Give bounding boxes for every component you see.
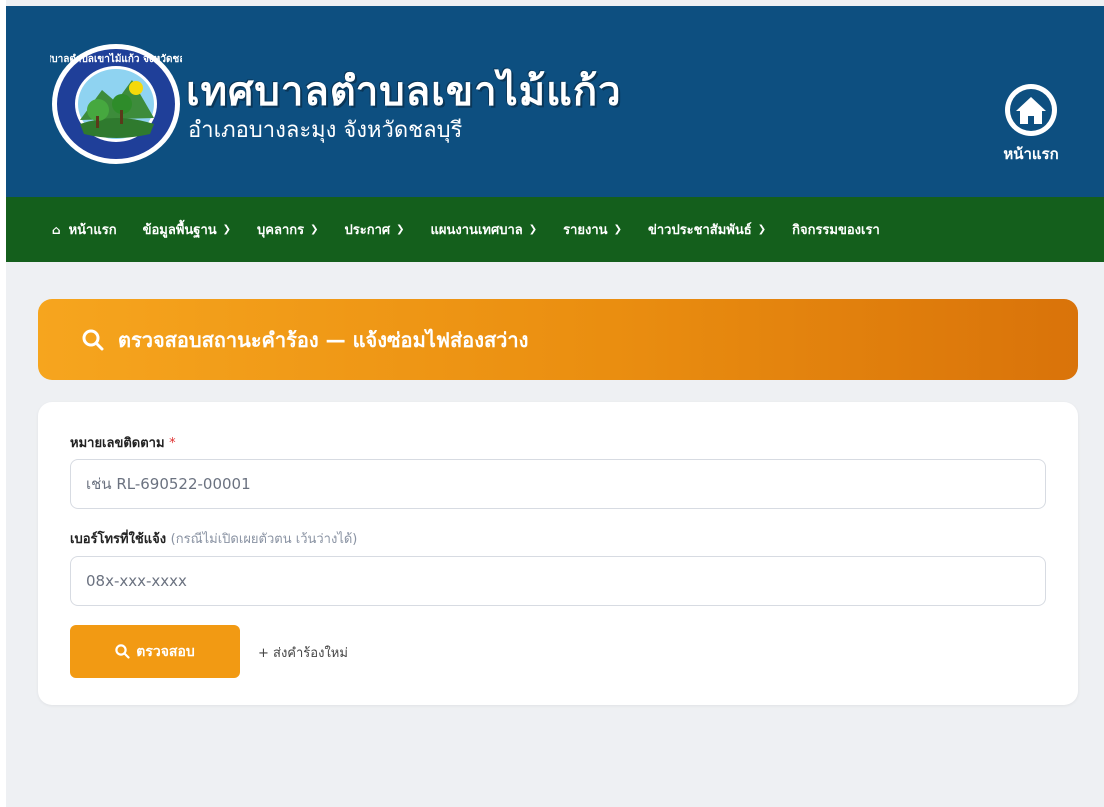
nav-item-label: กิจกรรมของเรา [792, 223, 880, 238]
tracking-number-input[interactable] [70, 459, 1046, 509]
chevron-down-icon: ❯ [613, 224, 622, 235]
phone-hint: (กรณีไม่เปิดเผยตัวตน เว้นว่างได้) [170, 532, 358, 547]
page-title: ตรวจสอบสถานะคำร้อง — แจ้งซ่อมไฟส่องสว่าง [118, 327, 529, 352]
header-home-link[interactable]: หน้าแรก [976, 82, 1086, 163]
nav-item-activities[interactable]: กิจกรรมของเรา [792, 219, 880, 240]
seal-text: เทศบาลตำบลเขาไม้แก้ว จังหวัดชลบุรี [50, 52, 182, 65]
search-icon [115, 644, 130, 659]
home-circle-icon [1005, 84, 1057, 136]
chevron-down-icon: ❯ [222, 224, 232, 235]
home-label: หน้าแรก [1003, 145, 1059, 163]
nav-item-label: หน้าแรก [68, 223, 117, 238]
nav-item-basic-info[interactable]: ข้อมูลพื้นฐาน ❯ [143, 219, 231, 240]
check-status-button[interactable]: ตรวจสอบ [70, 625, 240, 678]
required-mark: * [169, 436, 176, 451]
nav-item-municipal-plans[interactable]: แผนงานเทศบาล ❯ [431, 219, 538, 240]
new-request-link[interactable]: + ส่งคำร้องใหม่ [258, 642, 348, 663]
search-icon [82, 329, 104, 350]
nav-item-announcements[interactable]: ประกาศ ❯ [345, 219, 405, 240]
tracking-number-label: หมายเลขติดตาม * [70, 432, 176, 453]
nav-item-home[interactable]: ⌂ หน้าแรก [52, 219, 117, 240]
chevron-down-icon: ❯ [757, 224, 767, 235]
nav-item-personnel[interactable]: บุคลากร ❯ [257, 219, 318, 240]
nav-item-label: รายงาน [563, 223, 608, 238]
check-status-label: ตรวจสอบ [136, 643, 195, 660]
chevron-down-icon: ❯ [396, 224, 405, 235]
nav-item-label: บุคลากร [257, 223, 305, 238]
nav-item-label: ข่าวประชาสัมพันธ์ [647, 223, 752, 238]
main-navbar: ⌂ หน้าแรก ข้อมูลพื้นฐาน ❯ บุคลากร ❯ ประก… [6, 197, 1104, 262]
nav-item-label: ประกาศ [344, 223, 391, 238]
chevron-down-icon: ❯ [310, 224, 319, 235]
home-icon: ⌂ [52, 222, 61, 237]
nav-item-news[interactable]: ข่าวประชาสัมพันธ์ ❯ [648, 219, 766, 240]
phone-input[interactable] [70, 556, 1046, 606]
status-check-form: หมายเลขติดตาม * เบอร์โทรที่ใช้แจ้ง (กรณี… [38, 402, 1078, 705]
tracking-label-text: หมายเลขติดตาม [70, 436, 165, 451]
phone-label: เบอร์โทรที่ใช้แจ้ง (กรณีไม่เปิดเผยตัวตน … [70, 528, 357, 549]
site-header: เทศบาลตำบลเขาไม้แก้ว จังหวัดชลบุรี เทศบา… [6, 6, 1104, 197]
phone-label-text: เบอร์โทรที่ใช้แจ้ง [70, 532, 167, 547]
site-title: เทศบาลตำบลเขาไม้แก้ว [186, 69, 622, 115]
site-subtitle: อำเภอบางละมุง จังหวัดชลบุรี [188, 118, 463, 143]
municipality-seal-logo[interactable]: เทศบาลตำบลเขาไม้แก้ว จังหวัดชลบุรี [50, 42, 182, 166]
nav-item-reports[interactable]: รายงาน ❯ [563, 219, 622, 240]
nav-item-label: แผนงานเทศบาล [430, 223, 523, 238]
nav-item-label: ข้อมูลพื้นฐาน [142, 223, 217, 238]
status-check-header: ตรวจสอบสถานะคำร้อง — แจ้งซ่อมไฟส่องสว่าง [38, 299, 1078, 380]
chevron-down-icon: ❯ [528, 224, 538, 235]
